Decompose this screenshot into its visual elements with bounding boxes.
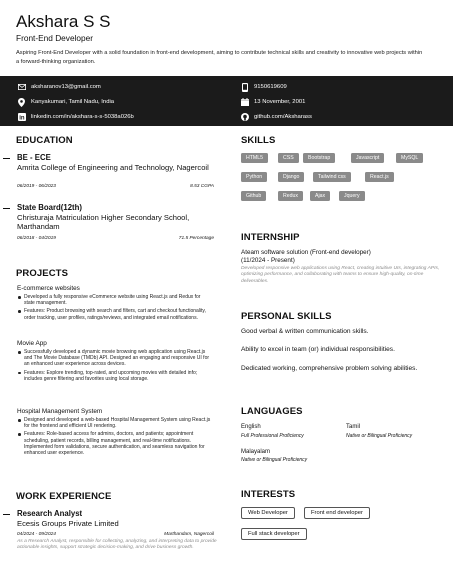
phone-text: 9150619609	[254, 84, 287, 90]
education-degree: State Board(12th)	[17, 203, 82, 212]
contact-location: Kanyakumari, Tamil Nadu, India	[17, 97, 114, 107]
skill-chip: Jquery	[339, 191, 365, 201]
work-marker	[3, 514, 10, 516]
project-bullets: Developed a fully responsive eCommerce w…	[17, 294, 212, 323]
svg-text:in: in	[19, 116, 25, 121]
skills-title: SKILLS	[241, 135, 276, 146]
project-name: Hospital Management System	[17, 408, 103, 415]
github-icon	[240, 113, 249, 122]
project-bullet: Designed and developed a web-based Hospi…	[17, 417, 212, 429]
internship-description: Developed responsive web applications us…	[241, 266, 440, 284]
language-name: Tamil	[346, 424, 361, 430]
project-name: Movie App	[17, 340, 47, 347]
location-text: Kanyakumari, Tamil Nadu, India	[31, 99, 115, 105]
language-name: Malayalam	[241, 449, 271, 455]
skill-chip: Python	[241, 172, 268, 182]
skill-chip: MySQL	[396, 153, 424, 163]
language-level: Native or Bilingual Proficiency	[241, 457, 308, 463]
language-level: Full Professional Proficiency	[241, 433, 304, 439]
skill-chip: HTML5	[241, 153, 269, 163]
work-dates: 04/2024 - 09/2024	[17, 532, 56, 537]
email-icon	[17, 83, 26, 92]
education-title: EDUCATION	[16, 135, 73, 146]
education-dates-row: 06/2019 - 06/2023 8.53 CGPA	[17, 184, 214, 189]
skill-chip: Tailwind css	[313, 172, 351, 182]
education-dates-row: 06/2018 - 04/2019 71.5 Percentage	[17, 236, 214, 241]
education-dates: 06/2019 - 06/2023	[17, 184, 56, 189]
github-text: github.com/Aksharass	[254, 114, 312, 120]
candidate-name: Akshara S S	[16, 12, 111, 31]
interest-tag: Front end developer	[304, 507, 370, 519]
project-bullet: Features: Role-based access for admins, …	[17, 431, 212, 456]
contact-phone[interactable]: 9150619609	[240, 82, 287, 92]
skill-chip: Redux	[278, 191, 303, 201]
work-dates-row: 04/2024 - 09/2024 Marthandam, Nagercoil	[17, 532, 214, 537]
calendar-icon	[240, 98, 249, 107]
work-position: Research Analyst	[17, 509, 83, 518]
skill-chip: Javascript	[351, 153, 385, 163]
project-bullets: Successfully developed a dynamic movie b…	[17, 349, 212, 384]
skill-chip: CSS	[278, 153, 299, 163]
skill-chip: Bootstrap	[303, 153, 336, 163]
language-name: English	[241, 424, 261, 430]
email-text: aksharanov13@gmail.com	[31, 84, 101, 90]
education-score: 8.53 CGPA	[190, 184, 214, 189]
personal-skill: Dedicated working, comprehensive problem…	[241, 365, 418, 372]
internship-title: INTERNSHIP	[241, 232, 300, 243]
contact-dob: 13 November, 2001	[240, 97, 305, 107]
languages-title: LANGUAGES	[241, 406, 303, 417]
personal-title: PERSONAL SKILLS	[241, 311, 332, 322]
internship-dates: (11/2024 - Present)	[241, 257, 295, 264]
project-bullet: Features: Product browsing with search a…	[17, 308, 212, 321]
interest-tag: Web Developer	[241, 507, 295, 519]
contact-email[interactable]: aksharanov13@gmail.com	[17, 82, 101, 92]
linkedin-text: linkedin.com/in/akshara-s-s-5038a026b	[31, 114, 134, 120]
skill-chip: React.js	[365, 172, 394, 182]
language-level: Native or Bilingual Proficiency	[346, 433, 413, 439]
phone-icon	[240, 82, 249, 92]
contact-bar: aksharanov13@gmail.com 9150619609 Kanyak…	[0, 76, 453, 126]
work-description: As a Research Analyst, responsible for c…	[17, 539, 217, 551]
candidate-role: Front-End Developer	[16, 33, 94, 43]
education-school: Amrita College of Engineering and Techno…	[17, 163, 209, 172]
linkedin-icon: in	[17, 113, 26, 122]
education-degree: BE - ECE	[17, 153, 51, 162]
work-location: Marthandam, Nagercoil	[164, 532, 214, 537]
personal-skill: Ability to excel in team (or) individual…	[241, 346, 395, 353]
work-title: WORK EXPERIENCE	[16, 491, 112, 502]
skill-chip: Django	[278, 172, 305, 182]
resume-header: Akshara S S Front-End Developer Aspiring…	[16, 12, 441, 66]
summary-text: Aspiring Front-End Developer with a soli…	[16, 50, 423, 65]
project-bullet: Developed a fully responsive eCommerce w…	[17, 294, 212, 306]
education-school: Christuraja Matriculation Higher Seconda…	[17, 213, 190, 231]
work-company: Ecesis Groups Private Limited	[17, 519, 119, 528]
education-score: 71.5 Percentage	[178, 236, 214, 241]
contact-github[interactable]: github.com/Aksharass	[240, 112, 312, 122]
interest-tag: Full stack developer	[241, 528, 307, 540]
project-bullets: Designed and developed a web-based Hospi…	[17, 417, 212, 458]
project-bullet: Successfully developed a dynamic movie b…	[17, 349, 212, 368]
location-pin-icon	[17, 97, 26, 107]
skill-chip: Ajax	[310, 191, 331, 201]
education-dates: 06/2018 - 04/2019	[17, 236, 56, 241]
internship-heading: Ateam software solution (Front-end devel…	[241, 249, 371, 256]
project-bullet: Features: Explore trending, top-rated, a…	[17, 370, 212, 382]
projects-title: PROJECTS	[16, 268, 69, 279]
contact-linkedin[interactable]: in linkedin.com/in/akshara-s-s-5038a026b	[17, 112, 134, 122]
interests-title: INTERESTS	[241, 489, 296, 500]
skill-chip: Github	[241, 191, 267, 201]
personal-skill: Good verbal & written communication skil…	[241, 328, 369, 335]
education-marker	[3, 158, 10, 160]
project-name: E-commerce websites	[17, 285, 80, 292]
dob-text: 13 November, 2001	[254, 99, 306, 105]
education-marker	[3, 208, 10, 210]
